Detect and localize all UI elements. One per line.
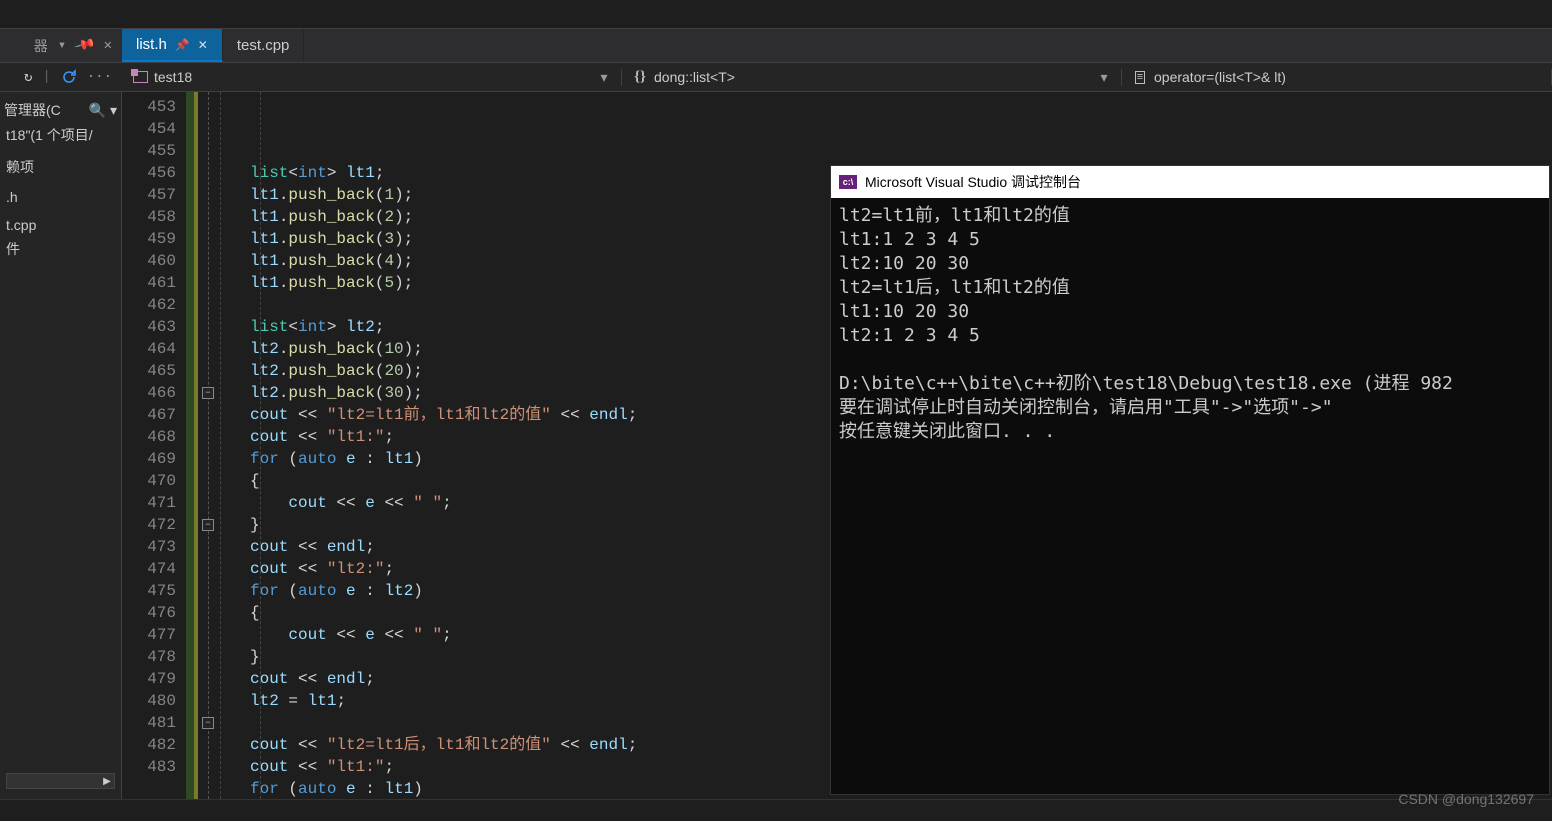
line-number: 472 (122, 514, 176, 536)
tab-pin-icon[interactable]: 📌 (175, 38, 190, 52)
console-titlebar[interactable]: c:\ Microsoft Visual Studio 调试控制台 (831, 166, 1549, 198)
tab-active-label: list.h (136, 36, 167, 53)
tab-inactive-label: test.cpp (237, 37, 290, 54)
line-number: 458 (122, 206, 176, 228)
watermark: CSDN @dong132697 (1398, 791, 1534, 807)
line-number: 475 (122, 580, 176, 602)
line-number: 457 (122, 184, 176, 206)
fold-button[interactable]: − (202, 519, 214, 531)
line-number: 465 (122, 360, 176, 382)
search-icon: 🔍 (89, 102, 106, 119)
crumb-member-label: operator=(list<T>& lt) (1154, 69, 1286, 85)
fold-button[interactable]: − (202, 387, 214, 399)
line-number: 456 (122, 162, 176, 184)
crumb-member[interactable]: ≡ operator=(list<T>& lt) (1122, 69, 1552, 85)
line-number: 469 (122, 448, 176, 470)
line-number: 455 (122, 140, 176, 162)
crumb-project-label: test18 (154, 69, 192, 85)
line-number: 463 (122, 316, 176, 338)
console-title: Microsoft Visual Studio 调试控制台 (865, 172, 1081, 192)
sidebar-item[interactable]: 件 (0, 236, 121, 262)
line-number: 461 (122, 272, 176, 294)
toolbar-placeholder (0, 0, 1552, 28)
change-bar-green (186, 92, 194, 799)
scroll-right-icon[interactable]: ▶ (100, 774, 114, 788)
sidebar-item[interactable]: t.cpp (0, 214, 121, 236)
sidebar-item[interactable]: t18"(1 个项目/ (0, 122, 121, 148)
operator-icon: ≡ (1132, 69, 1148, 85)
status-bar (0, 799, 1552, 821)
line-number: 464 (122, 338, 176, 360)
line-number: 466 (122, 382, 176, 404)
tab-test-cpp[interactable]: test.cpp (223, 29, 305, 62)
line-number: 470 (122, 470, 176, 492)
line-number: 454 (122, 118, 176, 140)
crumb-scope-label: dong::list<T> (654, 69, 735, 85)
chevron-down-icon[interactable]: ▾ (1097, 69, 1111, 86)
project-icon (132, 69, 148, 85)
line-number: 453 (122, 96, 176, 118)
separator: | (42, 69, 50, 85)
line-number: 476 (122, 602, 176, 624)
fold-button[interactable]: − (202, 717, 214, 729)
search-dropdown-icon[interactable]: ▾ (110, 102, 117, 119)
solution-explorer: 管理器(C 🔍 ▾ t18"(1 个项目/赖项 .h t.cpp件 ▶ (0, 92, 122, 799)
close-icon[interactable]: ✕ (104, 37, 112, 54)
history-icon[interactable]: ↻ (24, 69, 32, 86)
line-number: 481 (122, 712, 176, 734)
line-number: 483 (122, 756, 176, 778)
tab-list-h[interactable]: list.h 📌 ✕ (122, 29, 223, 62)
line-number: 477 (122, 624, 176, 646)
crumb-scope[interactable]: {} dong::list<T> ▾ (622, 69, 1122, 86)
braces-icon: {} (632, 69, 648, 85)
line-number: 471 (122, 492, 176, 514)
search-placeholder: 管理器(C (4, 100, 85, 120)
scrollbar-horizontal[interactable]: ▶ (6, 773, 115, 789)
pin-icon[interactable]: 📌 (73, 34, 97, 57)
vs-icon: c:\ (839, 175, 857, 189)
refresh-icon[interactable] (61, 69, 77, 85)
crumb-project[interactable]: test18 ▾ (122, 69, 622, 86)
sidebar-item[interactable]: .h (0, 186, 121, 208)
more-icon[interactable]: ··· (87, 69, 112, 85)
line-number: 480 (122, 690, 176, 712)
sidebar-item[interactable]: 赖项 (0, 154, 121, 180)
line-number: 459 (122, 228, 176, 250)
line-number: 478 (122, 646, 176, 668)
line-number: 467 (122, 404, 176, 426)
tab-close-icon[interactable]: ✕ (198, 38, 208, 52)
line-number: 468 (122, 426, 176, 448)
line-number-gutter: 4534544554564574584594604614624634644654… (122, 92, 186, 799)
debug-console-window[interactable]: c:\ Microsoft Visual Studio 调试控制台 lt2=lt… (830, 165, 1550, 795)
tab-bar: 器 ▾ 📌 ✕ list.h 📌 ✕ test.cpp (0, 28, 1552, 62)
solution-explorer-label: 器 (34, 36, 48, 56)
line-number: 462 (122, 294, 176, 316)
line-number: 482 (122, 734, 176, 756)
line-number: 479 (122, 668, 176, 690)
solution-dropdown-icon[interactable]: ▾ (58, 37, 66, 54)
breadcrumb-bar: ↻ | ··· test18 ▾ {} dong::list<T> ▾ ≡ op… (0, 62, 1552, 92)
line-number: 473 (122, 536, 176, 558)
console-output: lt2=lt1前，lt1和lt2的值 lt1:1 2 3 4 5 lt2:10 … (831, 198, 1549, 450)
line-number: 460 (122, 250, 176, 272)
line-number: 474 (122, 558, 176, 580)
chevron-down-icon[interactable]: ▾ (597, 69, 611, 86)
search-input[interactable]: 管理器(C 🔍 ▾ (0, 98, 121, 122)
fold-column: − − − (198, 92, 220, 799)
